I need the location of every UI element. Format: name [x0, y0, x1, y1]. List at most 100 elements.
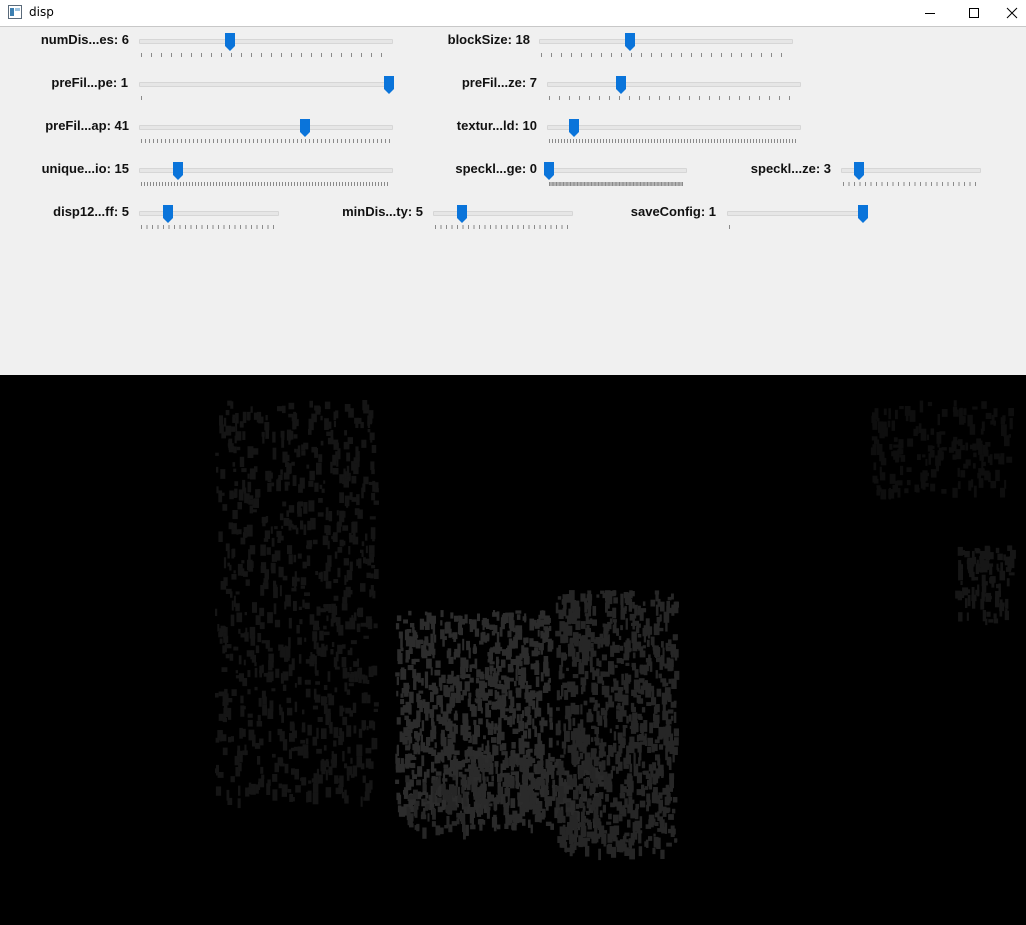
trackbar-thumb[interactable]	[857, 204, 869, 224]
disparity-speckle	[519, 660, 523, 667]
trackbar-thumb[interactable]	[299, 118, 311, 138]
disparity-speckle	[526, 741, 530, 748]
disparity-speckle	[500, 706, 506, 719]
disparity-speckle	[997, 568, 1000, 572]
trackbar-track[interactable]	[139, 125, 393, 130]
disparity-speckle	[517, 668, 521, 675]
disparity-speckle	[668, 814, 674, 820]
disparity-speckle	[230, 446, 235, 450]
disparity-speckle	[631, 662, 636, 668]
disparity-speckle	[637, 698, 644, 704]
disparity-speckle	[983, 449, 989, 457]
disparity-speckle	[556, 690, 560, 701]
disparity-speckle	[436, 758, 440, 762]
disparity-speckle	[549, 722, 553, 730]
disparity-speckle	[399, 763, 405, 773]
trackbar-thumb[interactable]	[162, 204, 174, 224]
trackbar-track[interactable]	[433, 211, 573, 216]
disparity-speckle	[284, 601, 287, 610]
disparity-speckle	[462, 689, 467, 696]
trackbar-track[interactable]	[547, 82, 801, 87]
disparity-speckle	[922, 454, 926, 458]
disparity-speckle	[330, 649, 334, 655]
disparity-speckle	[513, 636, 518, 649]
disparity-map	[215, 400, 1016, 861]
disparity-speckle	[276, 479, 281, 492]
trackbar-track[interactable]	[139, 39, 393, 44]
disparity-speckle	[664, 687, 671, 697]
disparity-speckle	[980, 562, 987, 569]
disparity-speckle	[599, 810, 603, 818]
disparity-speckle	[259, 665, 262, 678]
disparity-speckle	[555, 602, 559, 614]
disparity-speckle	[317, 774, 323, 784]
disparity-speckle	[603, 637, 609, 645]
disparity-speckle	[888, 487, 891, 500]
trackbar-thumb[interactable]	[172, 161, 184, 181]
disparity-speckle	[220, 469, 226, 479]
disparity-speckle	[656, 837, 661, 849]
disparity-speckle	[541, 775, 544, 787]
disparity-speckle	[521, 784, 526, 796]
disparity-speckle	[351, 522, 356, 534]
disparity-speckle	[628, 714, 632, 722]
disparity-speckle	[293, 554, 297, 563]
disparity-speckle	[491, 737, 497, 743]
maximize-button[interactable]	[951, 0, 997, 26]
disparity-speckle	[402, 675, 406, 680]
close-button[interactable]	[997, 0, 1026, 26]
disparity-speckle	[323, 571, 329, 581]
disparity-speckle	[569, 844, 573, 857]
disparity-speckle	[333, 579, 339, 583]
trackbar-thumb[interactable]	[853, 161, 865, 181]
disparity-speckle	[870, 447, 877, 456]
trackbar-thumb[interactable]	[568, 118, 580, 138]
disparity-speckle	[301, 450, 306, 456]
disparity-speckle	[323, 745, 327, 751]
disparity-speckle	[571, 617, 577, 624]
disparity-speckle	[503, 679, 510, 683]
disparity-speckle	[993, 420, 996, 426]
disparity-speckle	[231, 689, 237, 696]
disparity-speckle	[400, 699, 405, 705]
disparity-speckle	[445, 621, 451, 634]
trackbar-thumb[interactable]	[456, 204, 468, 224]
trackbar-thumb[interactable]	[615, 75, 627, 95]
disparity-speckle	[889, 444, 893, 450]
trackbar-track[interactable]	[139, 211, 279, 216]
disparity-speckle	[248, 499, 254, 505]
trackbar-track[interactable]	[547, 125, 801, 130]
trackbar-thumb[interactable]	[224, 32, 236, 52]
disparity-speckle	[258, 781, 261, 790]
disparity-speckle	[872, 420, 878, 430]
disparity-speckle	[370, 573, 374, 579]
trackbar-track[interactable]	[727, 211, 867, 216]
disparity-speckle	[613, 680, 619, 691]
minimize-button[interactable]	[907, 0, 953, 26]
disparity-speckle	[971, 479, 974, 488]
trackbar-thumb[interactable]	[383, 75, 395, 95]
disparity-speckle	[240, 706, 246, 710]
trackbar-thumb[interactable]	[543, 161, 555, 181]
trackbar-track[interactable]	[139, 82, 393, 87]
disparity-speckle	[612, 837, 618, 842]
disparity-speckle	[583, 780, 586, 786]
trackbar-thumb[interactable]	[624, 32, 636, 52]
disparity-speckle	[524, 613, 527, 623]
disparity-speckle	[411, 754, 415, 760]
disparity-speckle	[238, 628, 241, 634]
disparity-speckle	[337, 448, 341, 460]
disparity-speckle	[549, 707, 553, 717]
disparity-speckle	[308, 780, 312, 784]
trackbar-track[interactable]	[539, 39, 793, 44]
disparity-speckle	[657, 617, 660, 626]
disparity-speckle	[280, 430, 285, 438]
disparity-speckle	[652, 743, 658, 751]
disparity-speckle	[494, 689, 497, 700]
disparity-speckle	[982, 610, 986, 622]
disparity-speckle	[582, 652, 586, 664]
trackbar-track[interactable]	[547, 168, 687, 173]
disparity-speckle	[300, 577, 307, 586]
disparity-speckle	[245, 579, 250, 586]
disparity-speckle	[536, 746, 541, 759]
